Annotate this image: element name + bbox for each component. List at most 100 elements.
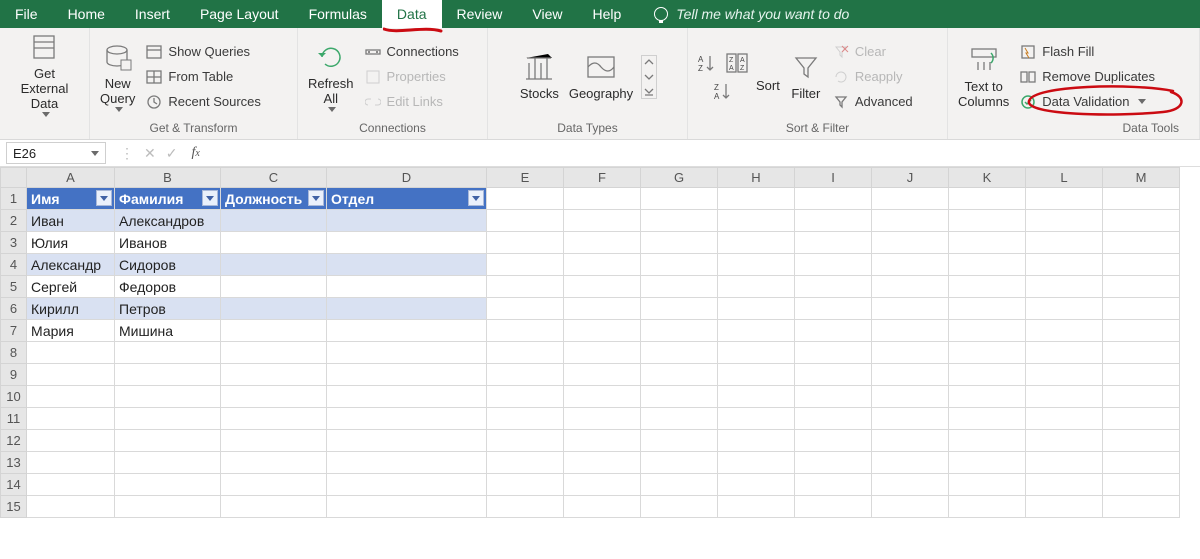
cell[interactable] — [564, 452, 641, 474]
col-header[interactable]: K — [949, 168, 1026, 188]
cell[interactable] — [327, 210, 487, 232]
cell[interactable] — [564, 430, 641, 452]
cell[interactable] — [1026, 342, 1103, 364]
cell[interactable] — [27, 496, 115, 518]
refresh-all-button[interactable]: Refresh All — [306, 39, 356, 114]
cell[interactable] — [564, 386, 641, 408]
cell[interactable] — [949, 210, 1026, 232]
cell[interactable] — [949, 496, 1026, 518]
cell[interactable] — [641, 386, 718, 408]
cell[interactable] — [327, 408, 487, 430]
cell[interactable] — [641, 210, 718, 232]
cell[interactable]: Юлия — [27, 232, 115, 254]
cell[interactable] — [641, 430, 718, 452]
sort-desc-icon[interactable]: ZA — [712, 81, 732, 101]
connections-button[interactable]: Connections — [362, 41, 462, 63]
cell[interactable] — [1103, 408, 1180, 430]
cell[interactable] — [949, 408, 1026, 430]
col-header[interactable]: L — [1026, 168, 1103, 188]
filter-dropdown-icon[interactable] — [308, 190, 324, 206]
cell[interactable] — [27, 408, 115, 430]
text-to-columns-button[interactable]: Text to Columns — [956, 42, 1011, 112]
cell[interactable]: Мишина — [115, 320, 221, 342]
cell[interactable] — [1103, 232, 1180, 254]
tab-help[interactable]: Help — [578, 0, 637, 28]
cell[interactable] — [27, 430, 115, 452]
cell[interactable]: Мария — [27, 320, 115, 342]
cell[interactable] — [1103, 452, 1180, 474]
row-header[interactable]: 5 — [1, 276, 27, 298]
cell[interactable] — [1026, 386, 1103, 408]
filter-button[interactable]: Filter — [788, 49, 824, 104]
row-header[interactable]: 15 — [1, 496, 27, 518]
cell[interactable] — [115, 496, 221, 518]
cell[interactable] — [795, 430, 872, 452]
tell-me-search[interactable]: Tell me what you want to do — [636, 0, 864, 28]
row-header[interactable]: 8 — [1, 342, 27, 364]
filter-dropdown-icon[interactable] — [96, 190, 112, 206]
cell[interactable] — [1103, 298, 1180, 320]
cell[interactable] — [718, 254, 795, 276]
new-query-button[interactable]: New Query — [98, 39, 137, 114]
cell[interactable] — [115, 364, 221, 386]
flash-fill-button[interactable]: Flash Fill — [1017, 41, 1158, 63]
row-header[interactable]: 6 — [1, 298, 27, 320]
from-table-button[interactable]: From Table — [143, 66, 264, 88]
table-header-cell[interactable]: Отдел — [327, 188, 487, 210]
cell[interactable] — [641, 452, 718, 474]
cell[interactable] — [327, 474, 487, 496]
cell[interactable]: Кирилл — [27, 298, 115, 320]
cell[interactable] — [718, 232, 795, 254]
cell[interactable] — [872, 232, 949, 254]
col-header[interactable]: H — [718, 168, 795, 188]
cell[interactable] — [1103, 364, 1180, 386]
cell[interactable] — [327, 254, 487, 276]
cell[interactable] — [1103, 342, 1180, 364]
cell[interactable] — [27, 474, 115, 496]
row-header[interactable]: 4 — [1, 254, 27, 276]
cell[interactable] — [327, 276, 487, 298]
fx-icon[interactable]: fx — [191, 145, 199, 161]
cell[interactable] — [795, 474, 872, 496]
cell[interactable] — [1026, 408, 1103, 430]
cell[interactable] — [1026, 232, 1103, 254]
cell[interactable]: Иван — [27, 210, 115, 232]
tab-page-layout[interactable]: Page Layout — [185, 0, 294, 28]
cell[interactable] — [487, 276, 564, 298]
cell[interactable] — [327, 496, 487, 518]
advanced-filter-button[interactable]: Advanced — [830, 91, 916, 113]
cell[interactable] — [718, 210, 795, 232]
cell[interactable] — [327, 232, 487, 254]
cell[interactable] — [949, 298, 1026, 320]
cell[interactable] — [487, 188, 564, 210]
cell[interactable] — [872, 276, 949, 298]
cell[interactable] — [1103, 496, 1180, 518]
col-header[interactable]: G — [641, 168, 718, 188]
row-header[interactable]: 9 — [1, 364, 27, 386]
cell[interactable] — [564, 254, 641, 276]
cell[interactable] — [221, 474, 327, 496]
cell[interactable] — [949, 320, 1026, 342]
col-header[interactable]: F — [564, 168, 641, 188]
cell[interactable] — [795, 298, 872, 320]
cell[interactable] — [327, 364, 487, 386]
cell[interactable] — [641, 188, 718, 210]
cell[interactable] — [949, 188, 1026, 210]
cell[interactable] — [718, 342, 795, 364]
cell[interactable] — [872, 364, 949, 386]
cell[interactable] — [487, 452, 564, 474]
cell[interactable] — [487, 386, 564, 408]
cell[interactable] — [27, 364, 115, 386]
cell[interactable] — [1026, 430, 1103, 452]
cell[interactable] — [795, 188, 872, 210]
cell[interactable] — [487, 342, 564, 364]
cell[interactable] — [1103, 254, 1180, 276]
cell[interactable] — [641, 474, 718, 496]
cell[interactable] — [795, 364, 872, 386]
cell[interactable]: Сидоров — [115, 254, 221, 276]
cell[interactable] — [564, 320, 641, 342]
cell[interactable] — [564, 276, 641, 298]
cell[interactable] — [872, 298, 949, 320]
tab-insert[interactable]: Insert — [120, 0, 185, 28]
select-all-corner[interactable] — [1, 168, 27, 188]
